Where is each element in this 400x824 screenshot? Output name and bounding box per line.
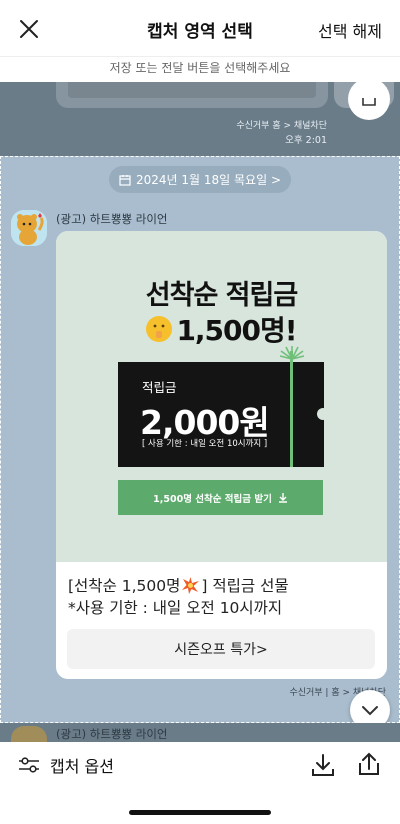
home-indicator xyxy=(129,810,271,815)
download-icon xyxy=(278,493,287,503)
message-text-prefix: [선착순 1,500명 xyxy=(68,577,181,595)
share-icon xyxy=(362,98,376,106)
coupon-notch xyxy=(317,408,329,420)
sender-name: (광고) 하트뿅뿅 라이언 xyxy=(56,212,168,226)
sliders-icon xyxy=(19,757,39,773)
next-sender-name: (광고) 하트뿅뿅 라이언 xyxy=(56,727,168,741)
date-divider[interactable]: 2024년 1월 18일 목요일 > xyxy=(109,166,291,193)
avatar[interactable] xyxy=(11,210,47,246)
promo-title: 선착순 적립금 xyxy=(145,280,298,311)
chat-area[interactable]: 수신거부 홈 > 채널차단 오후 2:01 2024년 1월 18일 목요일 >… xyxy=(0,82,400,742)
message-card: 선착순 적립금 1,500명! 적립금 2,000원 [ 사용 기한 : 내일 … xyxy=(56,231,387,679)
share-icon xyxy=(359,752,379,775)
next-avatar xyxy=(11,726,47,742)
claim-points-button[interactable]: 1,500명 선착순 적립금 받기 xyxy=(118,480,323,515)
date-divider-label: 2024년 1월 18일 목요일 > xyxy=(136,173,281,187)
message-text-line2: *사용 기한 : 내일 오전 10시까지 xyxy=(68,599,283,617)
chevron-down-icon xyxy=(362,706,378,716)
season-off-button[interactable]: 시즌오프 특가> xyxy=(67,629,375,669)
calendar-icon xyxy=(119,174,131,186)
previous-message-button xyxy=(68,82,316,98)
capture-options-label: 캡처 옵션 xyxy=(50,757,114,776)
promo-count: 1,500명! xyxy=(176,314,297,347)
capture-footer: 캡처 옵션 xyxy=(0,742,400,824)
coupon: 적립금 2,000원 [ 사용 기한 : 내일 오전 10시까지 ] xyxy=(118,362,329,467)
coupon-label: 적립금 xyxy=(142,380,177,395)
previous-message-meta[interactable]: 수신거부 홈 > 채널차단 xyxy=(236,118,327,131)
download-button[interactable] xyxy=(310,752,336,778)
palm-leaves-icon xyxy=(279,346,305,360)
deselect-button[interactable]: 선택 해제 xyxy=(318,18,382,42)
collision-icon xyxy=(182,576,200,594)
palm-stem xyxy=(290,351,293,467)
claim-points-label: 1,500명 선착순 적립금 받기 xyxy=(153,493,272,505)
lion-avatar-icon xyxy=(11,210,47,246)
promo-image[interactable]: 선착순 적립금 1,500명! 적립금 2,000원 [ 사용 기한 : 내일 … xyxy=(56,231,387,562)
promo-count-row: 1,500명! xyxy=(56,309,387,349)
capture-header: 캡처 영역 선택 선택 해제 xyxy=(0,0,400,56)
share-button[interactable] xyxy=(356,751,382,777)
instruction-text: 저장 또는 전달 버튼을 선택해주세요 xyxy=(0,56,400,82)
message-text-line1: [선착순 1,500명 ] 적립금 선물 xyxy=(68,574,289,596)
capture-options-button[interactable]: 캡처 옵션 xyxy=(18,753,114,777)
previous-message-time: 오후 2:01 xyxy=(285,135,327,146)
coupon-expiry: [ 사용 기한 : 내일 오전 10시까지 ] xyxy=(142,439,268,449)
download-icon xyxy=(312,754,334,776)
message-text-suffix: ] 적립금 선물 xyxy=(201,577,289,595)
shushing-face-icon xyxy=(146,316,173,342)
